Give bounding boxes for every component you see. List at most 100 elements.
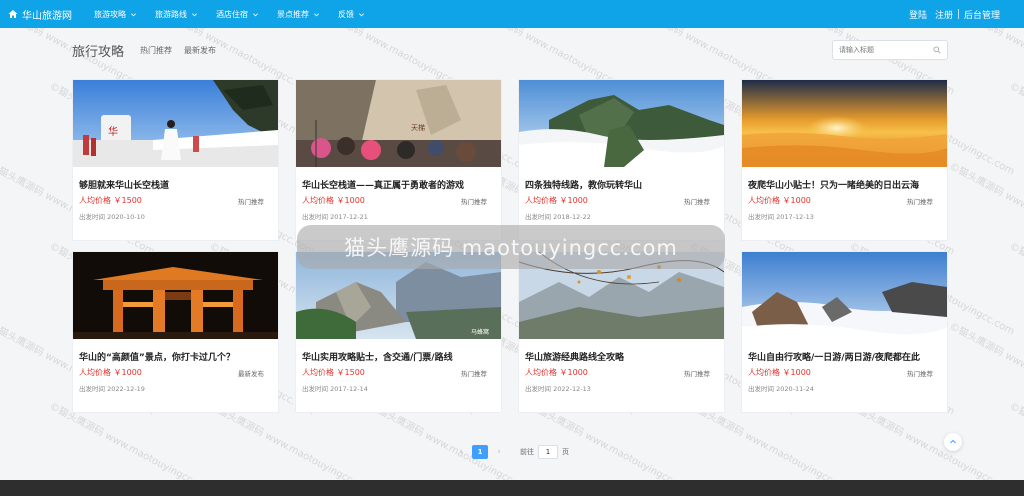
search-box: [832, 40, 948, 60]
register-link[interactable]: 注册: [935, 8, 953, 21]
svg-text:马蜂窝: 马蜂窝: [471, 328, 489, 336]
guide-card[interactable]: 马蜂窝 华山实用攻略贴士，含交通/门票/路线 人均价格 ￥1500 热门推荐 出…: [295, 251, 502, 413]
card-price: 人均价格 ￥1500: [302, 368, 365, 377]
card-price: 人均价格 ￥1000: [79, 368, 142, 377]
footer: [0, 480, 1024, 496]
nav-label: 旅游攻略: [94, 9, 126, 19]
card-price: 人均价格 ￥1000: [525, 196, 588, 205]
chevron-down-icon: [131, 12, 136, 16]
card-date: 出发时间 2017-12-14: [302, 385, 368, 393]
card-title[interactable]: 华山自由行攻略/一日游/两日游/夜爬都在此: [748, 350, 920, 363]
watermark-banner: 猫头鹰源码 maotouyingcc.com: [297, 225, 725, 269]
top-navbar: 华山旅游网 旅游攻略 旅游路线 酒店住宿 景点推荐 反馈 登陆 注册 后台管理: [0, 0, 1024, 28]
nav-attractions[interactable]: 景点推荐: [277, 9, 320, 20]
guide-card[interactable]: 华 山 够胆就来华山长空栈道 人均价格 ￥1500 热门推荐 出发时间 2020…: [72, 79, 279, 241]
card-image[interactable]: 华 山: [73, 80, 278, 167]
card-price: 人均价格 ￥1000: [748, 368, 811, 377]
guide-card[interactable]: 华山旅游经典路线全攻略 人均价格 ￥1000 热门推荐 出发时间 2022-12…: [518, 251, 725, 413]
page-number-current[interactable]: 1: [472, 445, 488, 459]
section-header: 旅行攻略 热门推荐 最新发布: [72, 38, 948, 62]
card-date: 出发时间 2022-12-19: [79, 385, 145, 393]
nav-feedback[interactable]: 反馈: [338, 9, 365, 20]
nav-label: 景点推荐: [277, 9, 309, 19]
prev-page-button[interactable]: ‹: [454, 445, 468, 459]
svg-text:天梯: 天梯: [411, 123, 425, 132]
card-title[interactable]: 华山旅游经典路线全攻略: [525, 350, 624, 363]
admin-link[interactable]: 后台管理: [964, 8, 1000, 21]
guide-card[interactable]: 夜爬华山小贴士！只为一睹绝美的日出云海 人均价格 ￥1000 热门推荐 出发时间…: [741, 79, 948, 241]
card-title[interactable]: 四条独特线路，教你玩转华山: [525, 178, 642, 191]
nav-label: 旅游路线: [155, 9, 187, 19]
card-photo-night-gate: [73, 252, 278, 339]
card-date: 出发时间 2020-10-10: [79, 213, 145, 221]
nav-label: 酒店住宿: [216, 9, 248, 19]
home-icon: [8, 10, 18, 18]
card-tag: 热门推荐: [461, 370, 487, 378]
card-photo-sunrise: [742, 80, 947, 167]
nav-travel-guides[interactable]: 旅游攻略: [94, 9, 137, 20]
search-icon[interactable]: [933, 46, 941, 54]
card-photo-cliff-walk: 华 山: [73, 80, 278, 167]
card-tag: 热门推荐: [684, 370, 710, 378]
watermark-text: ©猫头鹰源码 www.maotouyingcc.com: [947, 160, 1024, 258]
guide-card[interactable]: 华山的“高颜值”景点，你打卡过几个？ 人均价格 ￥1000 最新发布 出发时间 …: [72, 251, 279, 413]
brand[interactable]: 华山旅游网: [8, 7, 88, 22]
guide-card[interactable]: 华山自由行攻略/一日游/两日游/夜爬都在此 人均价格 ￥1000 热门推荐 出发…: [741, 251, 948, 413]
card-tag: 热门推荐: [461, 198, 487, 206]
card-title[interactable]: 华山的“高颜值”景点，你打卡过几个？: [79, 350, 235, 363]
card-image[interactable]: [73, 252, 278, 339]
card-date: 出发时间 2017-12-13: [748, 213, 814, 221]
card-tag: 热门推荐: [907, 370, 933, 378]
card-image[interactable]: [519, 80, 724, 167]
search-input[interactable]: [839, 46, 933, 54]
pagination: ‹ 1 › 前往 页: [454, 445, 569, 459]
chevron-down-icon: [314, 12, 319, 16]
card-tag: 热门推荐: [907, 198, 933, 206]
card-price: 人均价格 ￥1000: [302, 196, 365, 205]
guide-card[interactable]: 四条独特线路，教你玩转华山 人均价格 ￥1000 热门推荐 出发时间 2018-…: [518, 79, 725, 241]
card-image[interactable]: [742, 252, 947, 339]
goto-label: 前往: [520, 448, 534, 456]
nav-travel-routes[interactable]: 旅游路线: [155, 9, 198, 20]
tab-latest[interactable]: 最新发布: [184, 45, 216, 56]
card-date: 出发时间 2020-11-24: [748, 385, 814, 393]
page-title: 旅行攻略: [72, 44, 125, 60]
card-price: 人均价格 ￥1000: [525, 368, 588, 377]
chevron-down-icon: [359, 12, 364, 16]
divider: [957, 9, 959, 19]
svg-text:华: 华: [108, 125, 118, 138]
next-page-button[interactable]: ›: [492, 445, 506, 459]
card-date: 出发时间 2022-12-13: [525, 385, 591, 393]
chevron-up-icon: [950, 439, 956, 444]
card-photo-plank-road: 天梯: [296, 80, 501, 167]
card-tag: 最新发布: [238, 370, 264, 378]
card-title[interactable]: 华山长空栈道——真正属于勇敢者的游戏: [302, 178, 464, 191]
card-price: 人均价格 ￥1500: [79, 196, 142, 205]
card-photo-cloud-peaks: [742, 252, 947, 339]
nav-hotels[interactable]: 酒店住宿: [216, 9, 259, 20]
chevron-down-icon: [253, 12, 258, 16]
goto-page-input[interactable]: [538, 445, 558, 459]
page-jumper: 前往 页: [520, 445, 569, 459]
card-image[interactable]: [742, 80, 947, 167]
tab-hot[interactable]: 热门推荐: [140, 45, 172, 56]
card-title[interactable]: 够胆就来华山长空栈道: [79, 178, 169, 191]
back-to-top-button[interactable]: [944, 433, 962, 451]
card-title[interactable]: 华山实用攻略贴士，含交通/门票/路线: [302, 350, 453, 363]
chevron-down-icon: [192, 12, 197, 16]
card-date: 出发时间 2018-12-22: [525, 213, 591, 221]
card-date: 出发时间 2017-12-21: [302, 213, 368, 221]
watermark-text: ©猫头鹰源码 www.maotouyingcc.com: [1007, 80, 1024, 178]
card-tag: 热门推荐: [684, 198, 710, 206]
login-link[interactable]: 登陆: [909, 8, 927, 21]
card-photo-sea-of-clouds: [519, 80, 724, 167]
card-tag: 热门推荐: [238, 198, 264, 206]
guide-card[interactable]: 天梯 华山长空栈道——真正属于勇敢者的游戏 人均价格 ￥1000 热门推荐 出发…: [295, 79, 502, 241]
watermark-text: ©猫头鹰源码 www.maotouyingcc.com: [1007, 240, 1024, 338]
card-title[interactable]: 夜爬华山小贴士！只为一睹绝美的日出云海: [748, 178, 919, 191]
watermark-text: ©猫头鹰源码 www.maotouyingcc.com: [947, 320, 1024, 418]
card-price: 人均价格 ￥1000: [748, 196, 811, 205]
nav-label: 反馈: [338, 9, 354, 19]
card-image[interactable]: 天梯: [296, 80, 501, 167]
brand-name: 华山旅游网: [22, 10, 72, 22]
